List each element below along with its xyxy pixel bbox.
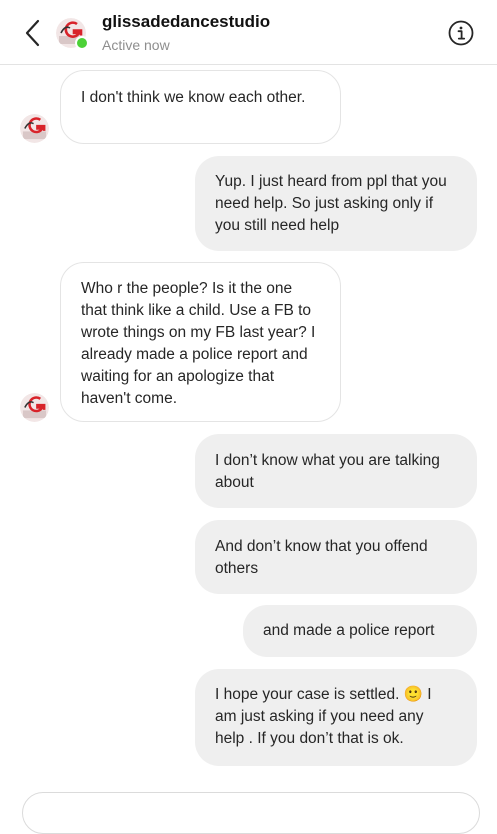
message-bubble-sent[interactable]: Yup. I just heard from ppl that you need… [195,156,477,251]
sender-avatar[interactable] [20,393,49,422]
chat-title-block[interactable]: glissadedancestudio Active now [102,12,270,55]
message-text: I hope your case is settled. 🙂 I am just… [215,686,432,747]
back-button[interactable] [20,18,46,48]
message-text: Yup. I just heard from ppl that you need… [215,173,447,234]
message-text: And don’t know that you offend others [215,538,428,577]
message-bubble-received[interactable]: I don't think we know each other. [60,70,341,144]
sender-avatar[interactable] [20,114,49,143]
message-composer[interactable] [22,792,480,834]
online-status-dot [75,36,89,50]
message-text: Who r the people? Is it the one that thi… [81,280,316,407]
message-bubble-received[interactable]: Who r the people? Is it the one that thi… [60,262,341,422]
chat-username: glissadedancestudio [102,12,271,31]
message-bubble-sent[interactable]: I hope your case is settled. 🙂 I am just… [195,669,477,766]
message-text: I don't think we know each other. [81,89,306,106]
message-bubble-sent[interactable]: and made a police report [243,605,477,657]
chat-header: glissadedancestudio Active now [0,0,497,65]
message-bubble-sent[interactable]: And don’t know that you offend others [195,520,477,594]
message-bubble-sent[interactable]: I don’t know what you are talking about [195,434,477,508]
profile-avatar[interactable] [56,18,89,50]
chevron-left-icon [25,19,40,47]
studio-logo-icon [20,393,49,422]
info-circle-icon [448,20,474,46]
studio-logo-icon [20,114,49,143]
message-text: and made a police report [263,622,435,639]
info-button[interactable] [448,20,474,46]
chat-active-status: Active now [102,37,170,53]
message-text: I don’t know what you are talking about [215,452,440,491]
